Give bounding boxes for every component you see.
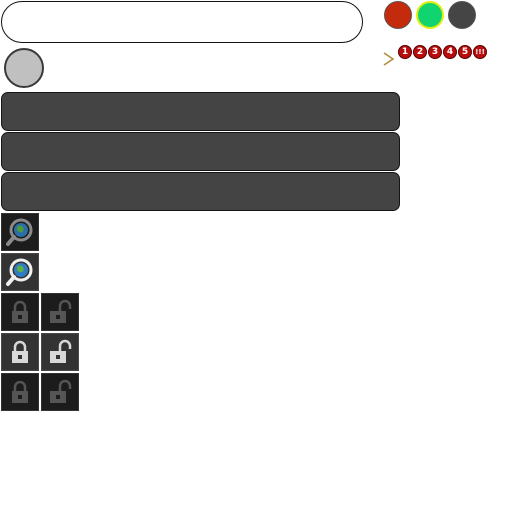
lock-open-tile-disabled[interactable] bbox=[41, 373, 79, 411]
search-globe-icon bbox=[6, 218, 33, 246]
lock-closed-icon bbox=[12, 300, 28, 323]
dark-color-dot[interactable] bbox=[448, 1, 476, 29]
lock-open-icon bbox=[50, 379, 72, 403]
lock-open-icon bbox=[50, 339, 72, 363]
red-color-dot[interactable] bbox=[384, 1, 412, 29]
number-badges: 1 2 3 4 5 !!! bbox=[398, 45, 487, 59]
text-input[interactable] bbox=[1, 1, 363, 43]
search-globe-icon bbox=[6, 258, 33, 286]
search-tile[interactable] bbox=[1, 213, 39, 251]
lock-open-tile-active[interactable] bbox=[41, 333, 79, 371]
badge-4[interactable]: 4 bbox=[443, 45, 457, 59]
green-color-dot[interactable] bbox=[416, 1, 444, 29]
badge-alert[interactable]: !!! bbox=[473, 45, 487, 59]
badge-2[interactable]: 2 bbox=[413, 45, 427, 59]
gray-bar-3[interactable] bbox=[1, 172, 400, 211]
badge-5[interactable]: 5 bbox=[458, 45, 472, 59]
lock-closed-icon bbox=[12, 340, 28, 363]
ui-sprite-sheet: 1 2 3 4 5 !!! bbox=[0, 0, 512, 512]
lock-open-tile[interactable] bbox=[41, 293, 79, 331]
search-tile-active[interactable] bbox=[1, 253, 39, 291]
lock-closed-tile-disabled[interactable] bbox=[1, 373, 39, 411]
gray-bar-1[interactable] bbox=[1, 92, 400, 131]
badge-3[interactable]: 3 bbox=[428, 45, 442, 59]
lock-open-icon bbox=[50, 299, 72, 323]
lock-closed-icon bbox=[12, 380, 28, 403]
badge-1[interactable]: 1 bbox=[398, 45, 412, 59]
chevron-right-icon[interactable] bbox=[382, 52, 396, 66]
gray-bar-2[interactable] bbox=[1, 132, 400, 171]
lock-closed-tile[interactable] bbox=[1, 293, 39, 331]
lock-closed-tile-active[interactable] bbox=[1, 333, 39, 371]
round-knob-button[interactable] bbox=[4, 48, 44, 88]
